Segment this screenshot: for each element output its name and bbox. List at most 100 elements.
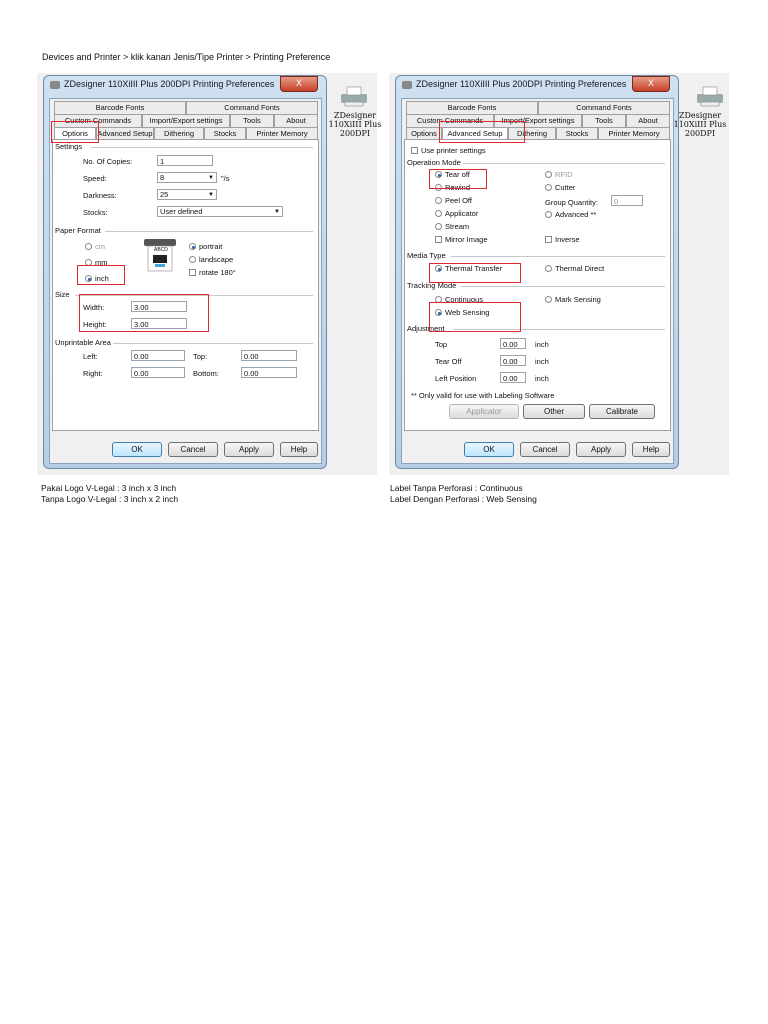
divider: [113, 343, 313, 344]
options-screenshot: ZDesigner 110XiIII Plus 200DPI Printing …: [37, 73, 381, 475]
speed-select[interactable]: 8 ▼: [157, 172, 217, 183]
adj-leftpos-label: Left Position: [435, 374, 477, 383]
unprintable-group-label: Unprintable Area: [55, 338, 111, 347]
use-printer-settings-checkbox[interactable]: [411, 147, 418, 154]
mark-sensing-radio[interactable]: [545, 296, 552, 303]
printer-icon: [50, 80, 60, 89]
stream-label: Stream: [445, 222, 470, 231]
rotate-checkbox[interactable]: [189, 269, 196, 276]
adj-top-label: Top: [435, 340, 448, 349]
cancel-button[interactable]: Cancel: [520, 442, 570, 457]
left-field[interactable]: 0.00: [131, 350, 185, 361]
label-preview-text: ABCD: [154, 247, 168, 253]
close-button[interactable]: X: [280, 76, 318, 92]
tab-command-fonts[interactable]: Command Fonts: [186, 101, 318, 115]
divider: [451, 256, 665, 257]
close-button[interactable]: X: [632, 76, 670, 92]
landscape-radio[interactable]: [189, 256, 196, 263]
adj-tearoff-field[interactable]: 0.00: [500, 355, 526, 366]
peel-off-label: Peel Off: [445, 196, 472, 205]
chevron-down-icon: ▼: [274, 209, 280, 215]
footnote: ** Only valid for use with Labeling Soft…: [411, 391, 555, 400]
apply-button[interactable]: Apply: [224, 442, 274, 457]
ok-button[interactable]: OK: [464, 442, 514, 457]
printer-label: ZDesigner 110XiIII Plus 200DPI: [673, 111, 727, 138]
highlight-tear-off: [429, 169, 487, 189]
use-printer-settings-label: Use printer settings: [421, 146, 486, 155]
tab-tools[interactable]: Tools: [582, 114, 626, 128]
dialog-title: ZDesigner 110XiIII Plus 200DPI Printing …: [402, 79, 626, 89]
applicator-label: Applicator: [445, 209, 479, 218]
peel-off-radio[interactable]: [435, 197, 442, 204]
right-label: Right:: [83, 369, 103, 378]
page-header: Devices and Printer > klik kanan Jenis/T…: [42, 52, 331, 62]
right-field[interactable]: 0.00: [131, 367, 185, 378]
tab-barcode-fonts[interactable]: Barcode Fonts: [54, 101, 186, 115]
highlight-thermal-transfer: [429, 263, 521, 283]
stocks-label: Stocks:: [83, 208, 108, 217]
rfid-label: RFID: [555, 170, 573, 179]
tab-command-fonts[interactable]: Command Fonts: [538, 101, 670, 115]
thermal-direct-label: Thermal Direct: [555, 264, 605, 273]
tab-import-export[interactable]: Import/Export settings: [142, 114, 230, 128]
cm-radio[interactable]: [85, 243, 92, 250]
copies-field[interactable]: 1: [157, 155, 213, 166]
adj-leftpos-field[interactable]: 0.00: [500, 372, 526, 383]
group-quantity-field[interactable]: 0: [611, 195, 643, 206]
mirror-image-label: Mirror Image: [445, 235, 488, 244]
copies-label: No. Of Copies:: [83, 157, 133, 166]
darkness-select[interactable]: 25 ▼: [157, 189, 217, 200]
landscape-label: landscape: [199, 255, 234, 264]
cutter-label: Cutter: [555, 183, 576, 192]
help-button[interactable]: Help: [280, 442, 318, 457]
tab-about[interactable]: About: [626, 114, 670, 128]
bottom-field[interactable]: 0.00: [241, 367, 297, 378]
help-button[interactable]: Help: [632, 442, 670, 457]
adj-top-field[interactable]: 0.00: [500, 338, 526, 349]
portrait-label: portrait: [199, 242, 223, 251]
apply-button[interactable]: Apply: [576, 442, 626, 457]
stream-radio[interactable]: [435, 223, 442, 230]
speed-label: Speed:: [83, 174, 107, 183]
advanced-label: Advanced **: [555, 210, 597, 219]
top-field[interactable]: 0.00: [241, 350, 297, 361]
portrait-radio[interactable]: [189, 243, 196, 250]
adj-top-unit: inch: [535, 340, 549, 349]
tab-tools[interactable]: Tools: [230, 114, 274, 128]
thermal-direct-radio[interactable]: [545, 265, 552, 272]
dialog-title: ZDesigner 110XiIII Plus 200DPI Printing …: [50, 79, 274, 89]
rotate-label: rotate 180°: [199, 268, 236, 277]
left-label: Left:: [83, 352, 98, 361]
inverse-label: Inverse: [555, 235, 580, 244]
stocks-select[interactable]: User defined ▼: [157, 206, 283, 217]
ok-button[interactable]: OK: [112, 442, 162, 457]
adj-tearoff-unit: inch: [535, 357, 549, 366]
bottom-label: Bottom:: [193, 369, 219, 378]
advanced-radio[interactable]: [545, 211, 552, 218]
other-button[interactable]: Other: [523, 404, 585, 419]
rfid-radio[interactable]: [545, 171, 552, 178]
cancel-button[interactable]: Cancel: [168, 442, 218, 457]
tab-barcode-fonts[interactable]: Barcode Fonts: [406, 101, 538, 115]
mark-sensing-label: Mark Sensing: [555, 295, 601, 304]
divider: [105, 231, 313, 232]
printer-icon: [697, 86, 723, 107]
group-quantity-label: Group Quantity:: [545, 198, 598, 207]
calibrate-button[interactable]: Calibrate: [589, 404, 655, 419]
divider: [461, 286, 665, 287]
advanced-setup-screenshot: ZDesigner 110XiIII Plus 200DPI Printing …: [389, 73, 729, 475]
inverse-checkbox[interactable]: [545, 236, 552, 243]
printer-icon: [402, 80, 412, 89]
printer-icon: [341, 86, 367, 107]
mirror-image-checkbox[interactable]: [435, 236, 442, 243]
applicator-radio[interactable]: [435, 210, 442, 217]
highlight-advanced-tab: [439, 121, 525, 143]
notes-right: Label Tanpa Perforasi : Continuous Label…: [390, 483, 537, 504]
adj-leftpos-unit: inch: [535, 374, 549, 383]
tab-about[interactable]: About: [274, 114, 318, 128]
notes-left: Pakai Logo V-Legal : 3 inch x 3 inch Tan…: [41, 483, 179, 504]
adj-tearoff-label: Tear Off: [435, 357, 462, 366]
settings-group-label: Settings: [55, 142, 83, 151]
cutter-radio[interactable]: [545, 184, 552, 191]
applicator-button[interactable]: Applicator: [449, 404, 519, 419]
